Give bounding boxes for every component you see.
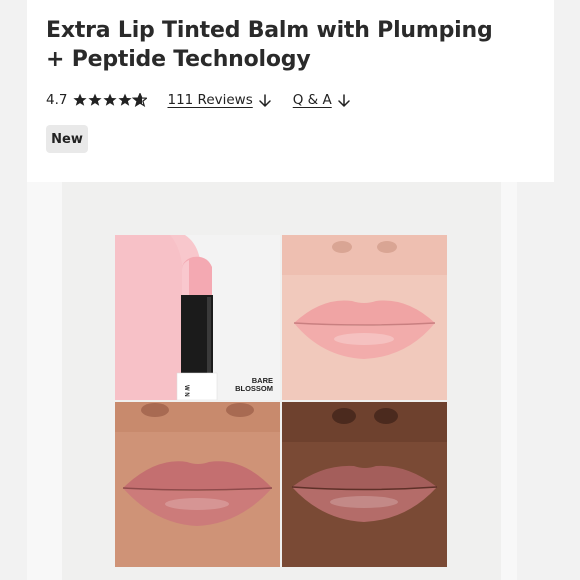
lips-swatch-medium xyxy=(115,402,280,567)
new-badge: New xyxy=(46,125,88,153)
arrow-down-icon xyxy=(259,93,271,107)
product-image[interactable]: W N BARE BLOSSOM xyxy=(115,235,447,567)
qa-link-label: Q & A xyxy=(292,92,332,108)
qa-link[interactable]: Q & A xyxy=(293,92,350,108)
brand-mark: W N xyxy=(183,385,189,397)
lips-swatch-light xyxy=(282,235,447,400)
star-icon xyxy=(73,93,148,107)
gallery-gutter-left xyxy=(27,182,62,580)
product-title: Extra Lip Tinted Balm with Plumping + Pe… xyxy=(46,18,493,72)
shade-label: BARE BLOSSOM xyxy=(233,377,273,393)
lips-light-image xyxy=(282,235,447,400)
reviews-link[interactable]: 111 Reviews xyxy=(167,92,271,108)
gallery-gutter-right xyxy=(501,182,517,580)
lips-deep-image xyxy=(282,402,447,567)
rating-value: 4.7 xyxy=(46,92,68,108)
lips-medium-image xyxy=(115,402,280,567)
product-shot-panel: W N BARE BLOSSOM xyxy=(115,235,280,400)
lips-swatch-deep xyxy=(282,402,447,567)
reviews-link-label: 111 Reviews xyxy=(167,92,253,108)
rating-stars xyxy=(73,93,148,107)
arrow-down-icon xyxy=(337,93,350,107)
shade-label-line2: BLOSSOM xyxy=(235,384,273,393)
rating-row: 4.7 111 Reviews Q & A xyxy=(46,90,350,110)
